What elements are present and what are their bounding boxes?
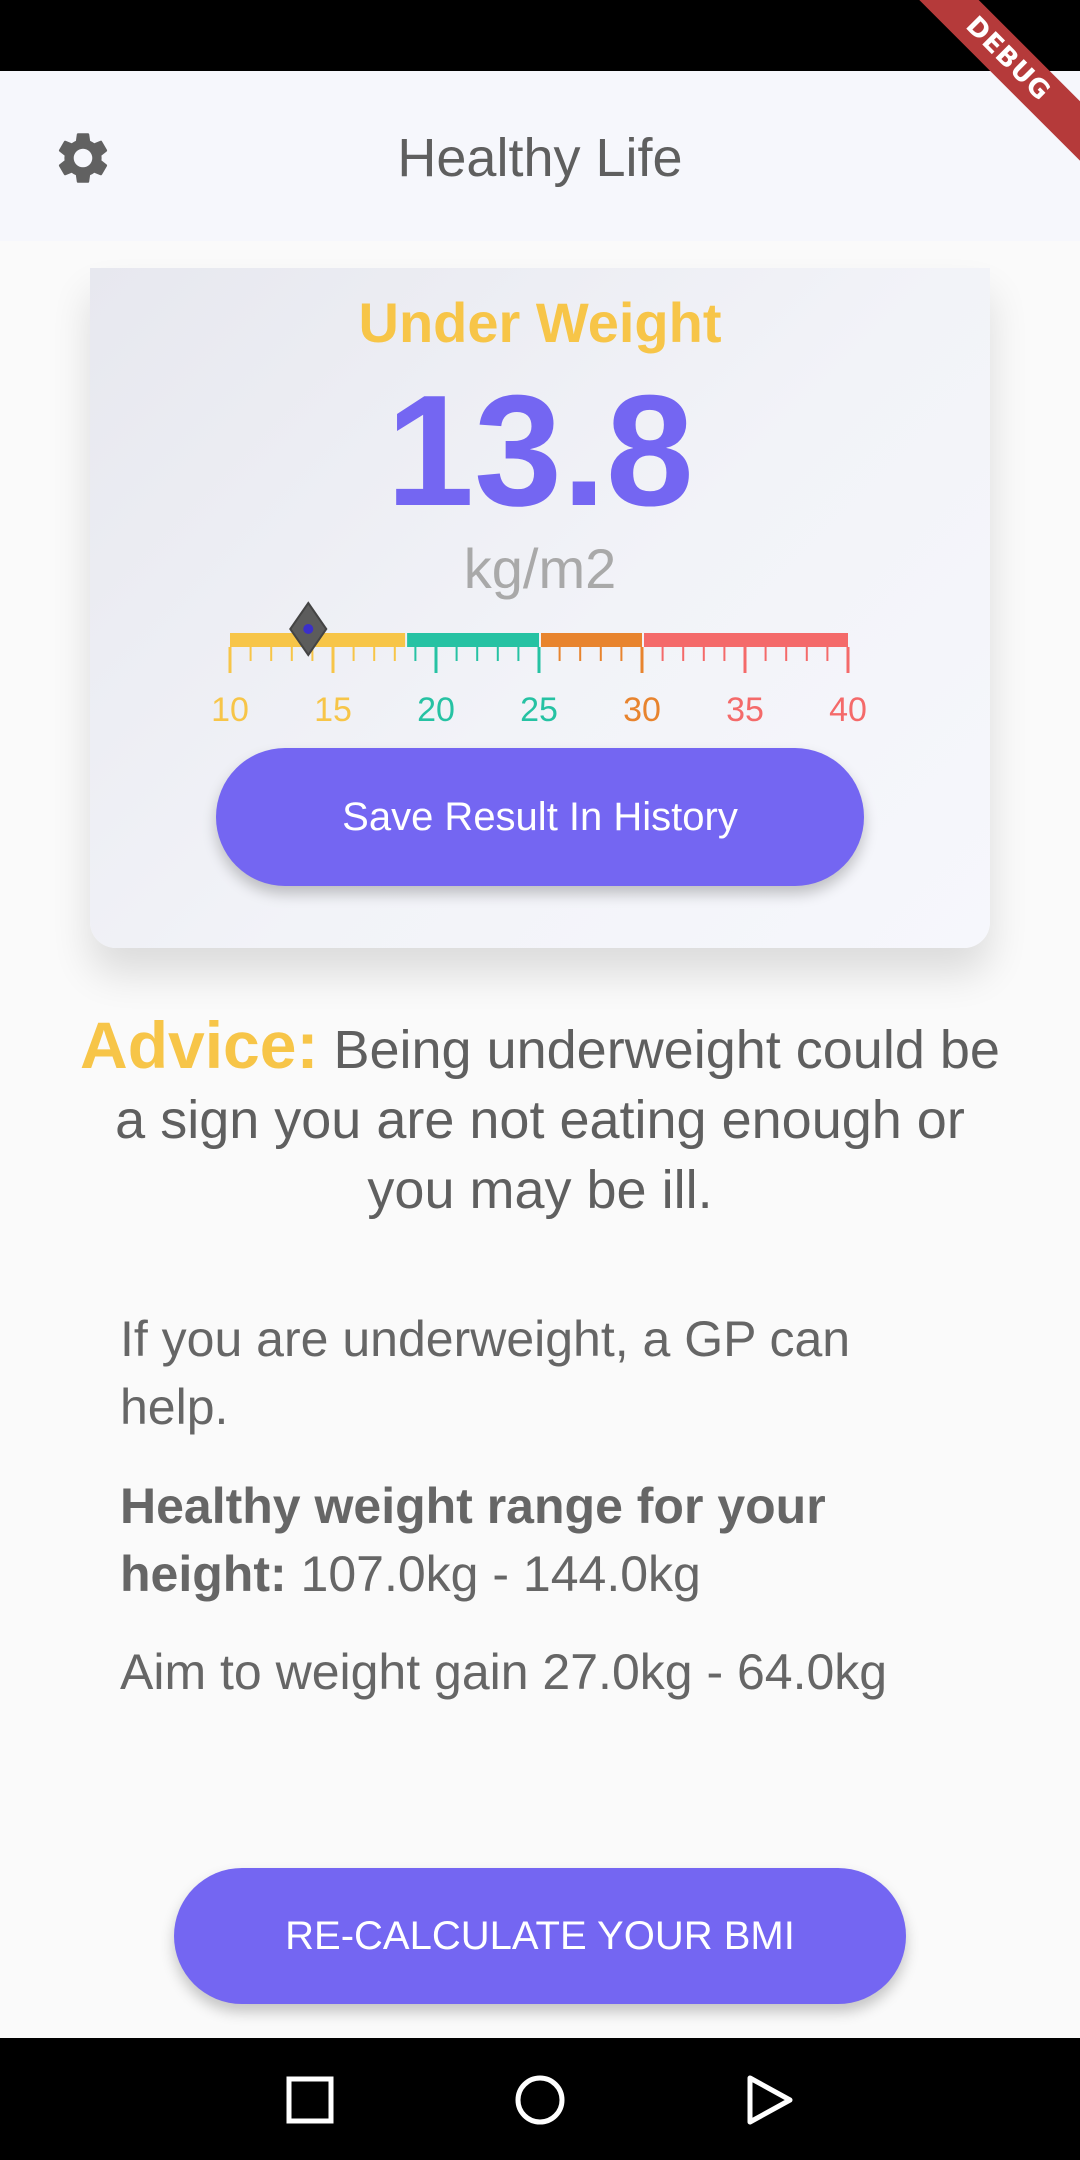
result-card: Under Weight 13.8 kg/m2 10 15 20 25 30 35 40 S… [90, 268, 990, 948]
triangle-back-icon[interactable] [744, 2074, 796, 2126]
scale-segment [644, 633, 848, 647]
gp-info: If you are underweight, a GP can help. [120, 1311, 851, 1435]
scale-segment [541, 633, 642, 647]
status-bar [0, 0, 1080, 71]
advice-text: Advice: Being underweight could be a sig… [80, 1010, 1000, 1225]
healthy-range: Healthy weight range for your height: 10… [120, 1472, 960, 1608]
healthy-range-value: 107.0kg - 144.0kg [286, 1546, 701, 1602]
circle-icon[interactable] [514, 2074, 566, 2126]
app-bar: Healthy Life [0, 71, 1080, 241]
bmi-marker [289, 601, 328, 657]
scale-tick-label: 40 [829, 691, 867, 729]
bmi-scale: 10 15 20 25 30 35 40 [211, 601, 867, 729]
recalculate-bmi-button[interactable]: RE-CALCULATE YOUR BMI [174, 1868, 906, 2004]
scale-tick-label: 25 [520, 691, 558, 729]
advice-label: Advice: [80, 1008, 319, 1082]
gear-icon[interactable] [52, 127, 114, 189]
save-result-button[interactable]: Save Result In History [216, 748, 864, 886]
scale-tick-label: 35 [726, 691, 764, 729]
scale-tick-label: 30 [623, 691, 661, 729]
navigation-bar [0, 2038, 1080, 2160]
square-icon[interactable] [284, 2074, 336, 2126]
scale-tick-label: 10 [211, 691, 249, 729]
scale-tick-label: 15 [314, 691, 352, 729]
scale-segment [407, 633, 539, 647]
weight-gain-aim: Aim to weight gain 27.0kg - 64.0kg [120, 1644, 888, 1700]
scale-tick-label: 20 [417, 691, 455, 729]
app-title: Healthy Life [397, 128, 683, 188]
